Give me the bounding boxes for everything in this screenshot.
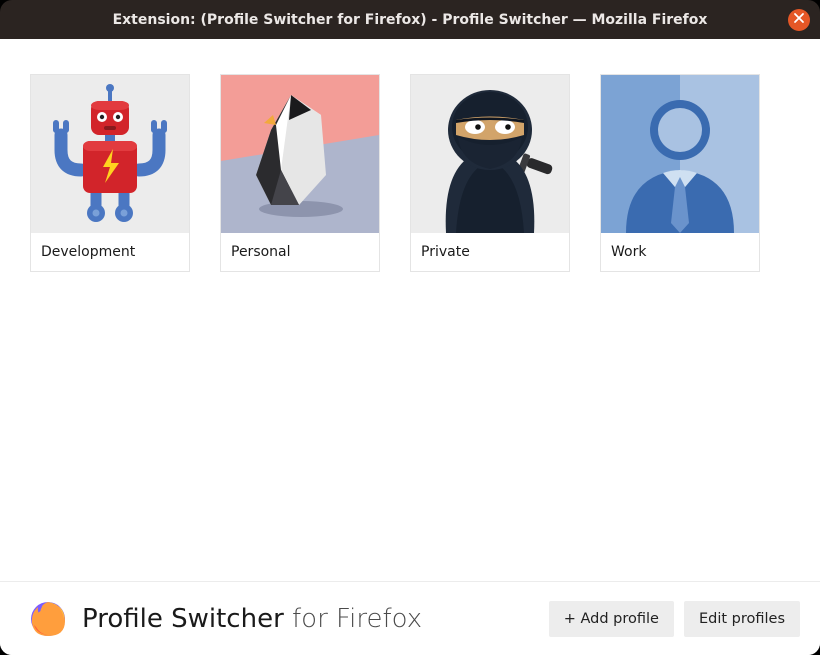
close-icon <box>793 12 805 28</box>
footer-title-main: Profile Switcher <box>82 604 284 634</box>
ninja-icon <box>411 75 569 233</box>
app-window: Extension: (Profile Switcher for Firefox… <box>0 0 820 655</box>
footer-title: Profile Switcher for Firefox <box>82 604 549 634</box>
profile-label: Private <box>411 233 569 271</box>
footer-bar: Profile Switcher for Firefox + Add profi… <box>0 581 820 655</box>
robot-icon <box>31 75 189 233</box>
profile-label: Development <box>31 233 189 271</box>
edit-profiles-button[interactable]: Edit profiles <box>684 601 800 637</box>
footer-buttons: + Add profile Edit profiles <box>549 601 800 637</box>
add-profile-button[interactable]: + Add profile <box>549 601 674 637</box>
penguin-icon <box>221 75 379 233</box>
profile-card-development[interactable]: Development <box>30 74 190 272</box>
profiles-grid: Development <box>0 39 820 581</box>
footer-title-sub: for Firefox <box>284 604 422 634</box>
firefox-logo-icon <box>28 599 68 639</box>
profile-card-personal[interactable]: Personal <box>220 74 380 272</box>
profile-label: Personal <box>221 233 379 271</box>
titlebar: Extension: (Profile Switcher for Firefox… <box>0 0 820 39</box>
close-button[interactable] <box>788 9 810 31</box>
content-area: Development <box>0 39 820 655</box>
profile-label: Work <box>601 233 759 271</box>
profile-card-private[interactable]: Private <box>410 74 570 272</box>
profile-card-work[interactable]: Work <box>600 74 760 272</box>
window-title: Extension: (Profile Switcher for Firefox… <box>113 12 708 28</box>
businessman-icon <box>601 75 759 233</box>
